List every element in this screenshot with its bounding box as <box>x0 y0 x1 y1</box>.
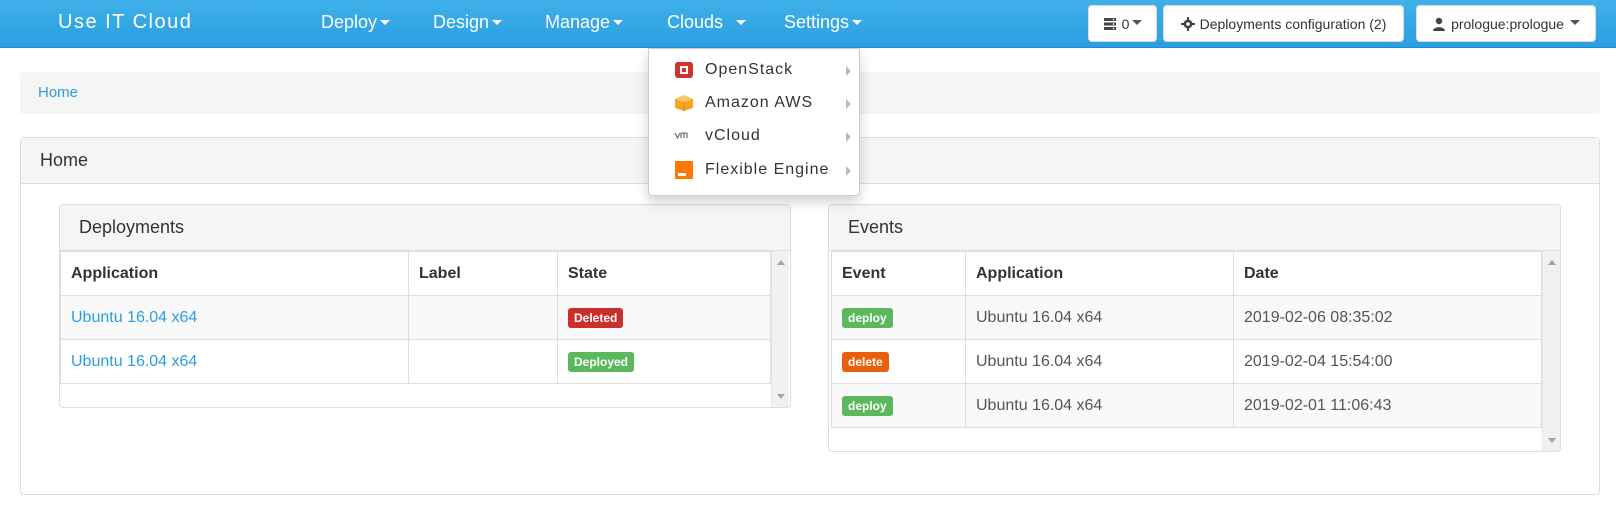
application-link[interactable]: Ubuntu 16.04 x64 <box>60 339 409 384</box>
caret-down-icon <box>736 19 747 25</box>
deployments-panel: Deployments Application Label State Ubun… <box>59 204 791 408</box>
deployment-label-cell <box>408 339 558 384</box>
caret-down-icon <box>492 19 503 25</box>
gear-icon <box>1180 16 1195 31</box>
application-link[interactable]: Ubuntu 16.04 x64 <box>60 295 409 340</box>
caret-down-icon <box>852 19 863 25</box>
table-row[interactable]: delete Ubuntu 16.04 x64 2019-02-04 15:54… <box>831 339 1542 384</box>
table-row[interactable]: deploy Ubuntu 16.04 x64 2019-02-06 08:35… <box>831 295 1542 340</box>
queue-count: 0 <box>1121 15 1130 32</box>
vmware-icon <box>674 127 694 145</box>
nav-menu-clouds[interactable]: Clouds <box>667 12 747 33</box>
event-date-cell: 2019-02-04 15:54:00 <box>1233 339 1542 384</box>
column-header-application[interactable]: Application <box>965 251 1234 296</box>
nav-menu-deploy-label: Deploy <box>321 12 378 32</box>
event-badge: delete <box>842 351 889 372</box>
deployment-label-cell <box>408 295 558 340</box>
column-header-state[interactable]: State <box>557 251 771 296</box>
scroll-down-icon[interactable] <box>777 394 785 399</box>
deployments-configuration-label: Deployments configuration (2) <box>1199 15 1387 32</box>
column-header-label[interactable]: Label <box>408 251 558 296</box>
caret-down-icon <box>1132 20 1143 25</box>
caret-down-icon <box>613 19 624 25</box>
table-header-row: Event Application Date <box>831 251 1542 296</box>
dropdown-item-flexible-engine-label: Flexible Engine <box>705 161 830 178</box>
table-row[interactable]: Ubuntu 16.04 x64 Deployed <box>60 339 771 384</box>
chevron-right-icon <box>846 166 851 176</box>
nav-menu-manage[interactable]: Manage <box>545 12 624 33</box>
queue-button[interactable]: 0 <box>1088 5 1157 42</box>
dropdown-item-vcloud-label: vCloud <box>705 127 761 144</box>
state-badge: Deployed <box>568 351 635 372</box>
nav-menu-manage-label: Manage <box>545 12 611 32</box>
dropdown-item-openstack[interactable]: OpenStack <box>649 54 859 87</box>
event-cell: deploy <box>831 383 966 428</box>
column-header-application[interactable]: Application <box>60 251 409 296</box>
event-application-cell: Ubuntu 16.04 x64 <box>965 295 1234 340</box>
event-badge: deploy <box>842 395 893 416</box>
events-panel-title: Events <box>829 205 1560 251</box>
event-date-cell: 2019-02-01 11:06:43 <box>1233 383 1542 428</box>
events-scrollbar[interactable] <box>1542 251 1560 451</box>
scroll-up-icon[interactable] <box>777 260 785 265</box>
nav-menu-deploy[interactable]: Deploy <box>321 12 391 33</box>
event-application-cell: Ubuntu 16.04 x64 <box>965 383 1234 428</box>
user-icon <box>1432 17 1446 31</box>
table-row[interactable]: Ubuntu 16.04 x64 Deleted <box>60 295 771 340</box>
chevron-right-icon <box>846 132 851 142</box>
breadcrumb-home-link[interactable]: Home <box>38 84 78 101</box>
event-application-cell: Ubuntu 16.04 x64 <box>965 339 1234 384</box>
state-cell: Deleted <box>557 295 771 340</box>
chevron-right-icon <box>846 66 851 76</box>
event-date-cell: 2019-02-06 08:35:02 <box>1233 295 1542 340</box>
chevron-right-icon <box>846 99 851 109</box>
event-cell: deploy <box>831 295 966 340</box>
dropdown-item-amazon-aws-label: Amazon AWS <box>705 94 814 111</box>
aws-icon <box>674 94 694 112</box>
nav-menu-settings[interactable]: Settings <box>784 12 863 33</box>
scroll-up-icon[interactable] <box>1548 260 1556 265</box>
nav-menu-design-label: Design <box>433 12 490 32</box>
user-menu-label: prologue:prologue <box>1451 15 1564 32</box>
openstack-icon <box>674 61 694 79</box>
column-header-date[interactable]: Date <box>1233 251 1542 296</box>
event-badge: deploy <box>842 307 893 328</box>
clouds-dropdown-menu: OpenStack Amazon AWS vCloud Flexible Eng… <box>648 48 860 196</box>
brand-title[interactable]: Use IT Cloud <box>58 11 192 34</box>
deployments-table: Application Label State Ubuntu 16.04 x64… <box>60 251 771 384</box>
deployments-panel-title: Deployments <box>60 205 790 251</box>
nav-menu-settings-label: Settings <box>784 12 850 32</box>
nav-menu-clouds-label: Clouds <box>667 12 724 32</box>
flexible-engine-icon <box>674 161 694 179</box>
caret-down-icon <box>380 19 391 25</box>
server-stack-icon <box>1103 17 1117 31</box>
caret-down-icon <box>1569 20 1580 25</box>
top-navbar: Use IT Cloud Deploy Design Manage Clouds… <box>0 0 1616 48</box>
scroll-down-icon[interactable] <box>1548 438 1556 443</box>
dropdown-item-openstack-label: OpenStack <box>705 61 794 78</box>
table-row[interactable]: deploy Ubuntu 16.04 x64 2019-02-01 11:06… <box>831 383 1542 428</box>
events-table: Event Application Date deploy Ubuntu 16.… <box>831 251 1542 428</box>
dropdown-item-flexible-engine[interactable]: Flexible Engine <box>649 154 859 187</box>
deployments-scrollbar[interactable] <box>771 251 789 407</box>
nav-menu-design[interactable]: Design <box>433 12 503 33</box>
table-header-row: Application Label State <box>60 251 771 296</box>
state-badge: Deleted <box>568 307 624 328</box>
state-cell: Deployed <box>557 339 771 384</box>
user-menu-button[interactable]: prologue:prologue <box>1416 5 1596 42</box>
column-header-event[interactable]: Event <box>831 251 966 296</box>
event-cell: delete <box>831 339 966 384</box>
dropdown-item-amazon-aws[interactable]: Amazon AWS <box>649 87 859 120</box>
dropdown-item-vcloud[interactable]: vCloud <box>649 120 859 153</box>
deployments-configuration-button[interactable]: Deployments configuration (2) <box>1163 5 1404 42</box>
events-panel: Events Event Application Date deploy Ubu… <box>828 204 1561 452</box>
